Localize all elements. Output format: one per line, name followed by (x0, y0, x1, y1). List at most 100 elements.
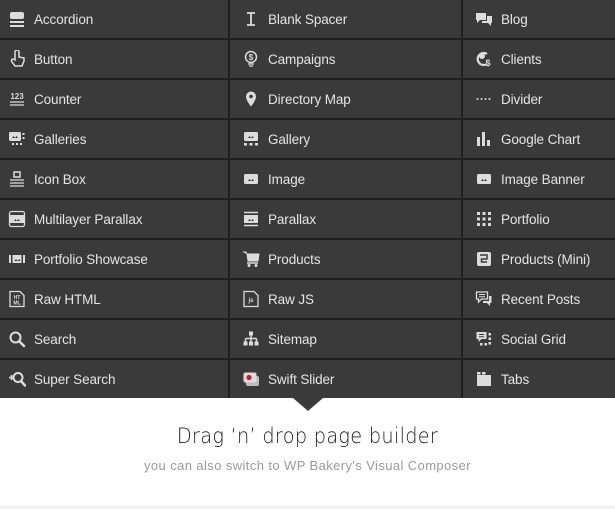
svg-text:$: $ (485, 58, 490, 68)
element-tile-raw-html[interactable]: HT ML Raw HTML (0, 280, 230, 320)
svg-text:123: 123 (10, 92, 24, 101)
element-tile-super-search[interactable]: Super Search (0, 360, 230, 398)
element-tile-gallery[interactable]: Gallery (230, 120, 463, 160)
element-tile-label: Recent Posts (501, 291, 581, 307)
products-mini-icon (475, 250, 493, 268)
element-tile-label: Button (34, 51, 73, 67)
element-tile-directory-map[interactable]: Directory Map (230, 80, 463, 120)
parallax-icon (242, 210, 260, 228)
element-tile-label: Google Chart (501, 131, 581, 147)
element-tile-galleries[interactable]: Galleries (0, 120, 230, 160)
recent-posts-icon (475, 290, 493, 308)
social-grid-icon (475, 330, 493, 348)
element-tile-label: Parallax (268, 211, 316, 227)
element-tile-campaigns[interactable]: $ Campaigns (230, 40, 463, 80)
elements-grid: Accordion Blank Spacer Blog Button $ Campaign… (0, 0, 615, 400)
element-tile-label: Blog (501, 11, 528, 27)
svg-text:ML: ML (13, 301, 20, 307)
campaigns-icon: $ (242, 50, 260, 68)
element-tile-label: Directory Map (268, 91, 351, 107)
element-tile-label: Multilayer Parallax (34, 211, 143, 227)
element-tile-label: Counter (34, 91, 82, 107)
element-tile-icon-box[interactable]: Icon Box (0, 160, 230, 200)
super-search-icon (8, 370, 26, 388)
element-tile-label: Raw HTML (34, 291, 101, 307)
element-tile-label: Icon Box (34, 171, 86, 187)
panel-pointer-arrow (293, 398, 323, 411)
portfolio-icon (475, 210, 493, 228)
element-tile-label: Galleries (34, 131, 87, 147)
element-tile-label: Social Grid (501, 331, 566, 347)
element-tile-parallax[interactable]: Parallax (230, 200, 463, 240)
element-tile-google-chart[interactable]: Google Chart (463, 120, 615, 160)
element-tile-label: Super Search (34, 371, 116, 387)
raw-html-icon: HT ML (8, 290, 26, 308)
swift-slider-icon (242, 370, 260, 388)
element-tile-clients[interactable]: $ Clients (463, 40, 615, 80)
element-tile-tabs[interactable]: Tabs (463, 360, 615, 398)
element-tile-label: Gallery (268, 131, 311, 147)
element-tile-label: Campaigns (268, 51, 336, 67)
element-tile-portfolio-showcase[interactable]: Portfolio Showcase (0, 240, 230, 280)
clients-icon: $ (475, 50, 493, 68)
element-tile-counter[interactable]: 123 Counter (0, 80, 230, 120)
elements-panel: Accordion Blank Spacer Blog Button $ Campaign… (0, 0, 615, 398)
svg-text:$: $ (249, 53, 254, 62)
element-tile-label: Portfolio Showcase (34, 251, 148, 267)
gallery-icon (242, 130, 260, 148)
element-tile-button[interactable]: Button (0, 40, 230, 80)
svg-text:js: js (247, 298, 254, 304)
blog-icon (475, 10, 493, 28)
sitemap-icon (242, 330, 260, 348)
image-icon (242, 170, 260, 188)
element-tile-portfolio[interactable]: Portfolio (463, 200, 615, 240)
search-icon (8, 330, 26, 348)
element-tile-search[interactable]: Search (0, 320, 230, 360)
divider-icon (475, 90, 493, 108)
element-tile-label: Products (Mini) (501, 251, 591, 267)
raw-js-icon: js (242, 290, 260, 308)
element-tile-label: Clients (501, 51, 542, 67)
element-tile-sitemap[interactable]: Sitemap (230, 320, 463, 360)
cart-icon (242, 250, 260, 268)
element-tile-label: Sitemap (268, 331, 317, 347)
element-tile-label: Blank Spacer (268, 11, 348, 27)
multilayer-parallax-icon (8, 210, 26, 228)
element-tile-social-grid[interactable]: Social Grid (463, 320, 615, 360)
headline: Drag ‘n’ drop page builder (176, 424, 439, 448)
element-tile-label: Divider (501, 91, 543, 107)
accordion-icon (8, 10, 26, 28)
element-tile-accordion[interactable]: Accordion (0, 0, 230, 40)
element-tile-image[interactable]: Image (230, 160, 463, 200)
tabs-icon (475, 370, 493, 388)
element-tile-label: Swift Slider (268, 371, 335, 387)
footer-band (0, 505, 615, 509)
element-tile-label: Search (34, 331, 77, 347)
element-tile-image-banner[interactable]: Image Banner (463, 160, 615, 200)
spacer-icon (242, 10, 260, 28)
icon-box-icon (8, 170, 26, 188)
element-tile-swift-slider[interactable]: Swift Slider (230, 360, 463, 398)
element-tile-label: Image (268, 171, 306, 187)
element-tile-divider[interactable]: Divider (463, 80, 615, 120)
map-pin-icon (242, 90, 260, 108)
counter-icon: 123 (8, 90, 26, 108)
element-tile-label: Tabs (501, 371, 530, 387)
element-tile-blank-spacer[interactable]: Blank Spacer (230, 0, 463, 40)
galleries-icon (8, 130, 26, 148)
portfolio-showcase-icon (8, 250, 26, 268)
element-tile-label: Image Banner (501, 171, 585, 187)
element-tile-products[interactable]: Products (230, 240, 463, 280)
element-tile-recent-posts[interactable]: Recent Posts (463, 280, 615, 320)
element-tile-label: Raw JS (268, 291, 314, 307)
image-banner-icon (475, 170, 493, 188)
subheadline: you can also switch to WP Bakery's Visua… (144, 458, 471, 473)
element-tile-products-mini[interactable]: Products (Mini) (463, 240, 615, 280)
element-tile-raw-js[interactable]: js Raw JS (230, 280, 463, 320)
button-icon (8, 50, 26, 68)
element-tile-multilayer-parallax[interactable]: Multilayer Parallax (0, 200, 230, 240)
element-tile-label: Products (268, 251, 321, 267)
chart-icon (475, 130, 493, 148)
element-tile-label: Accordion (34, 11, 94, 27)
element-tile-blog[interactable]: Blog (463, 0, 615, 40)
